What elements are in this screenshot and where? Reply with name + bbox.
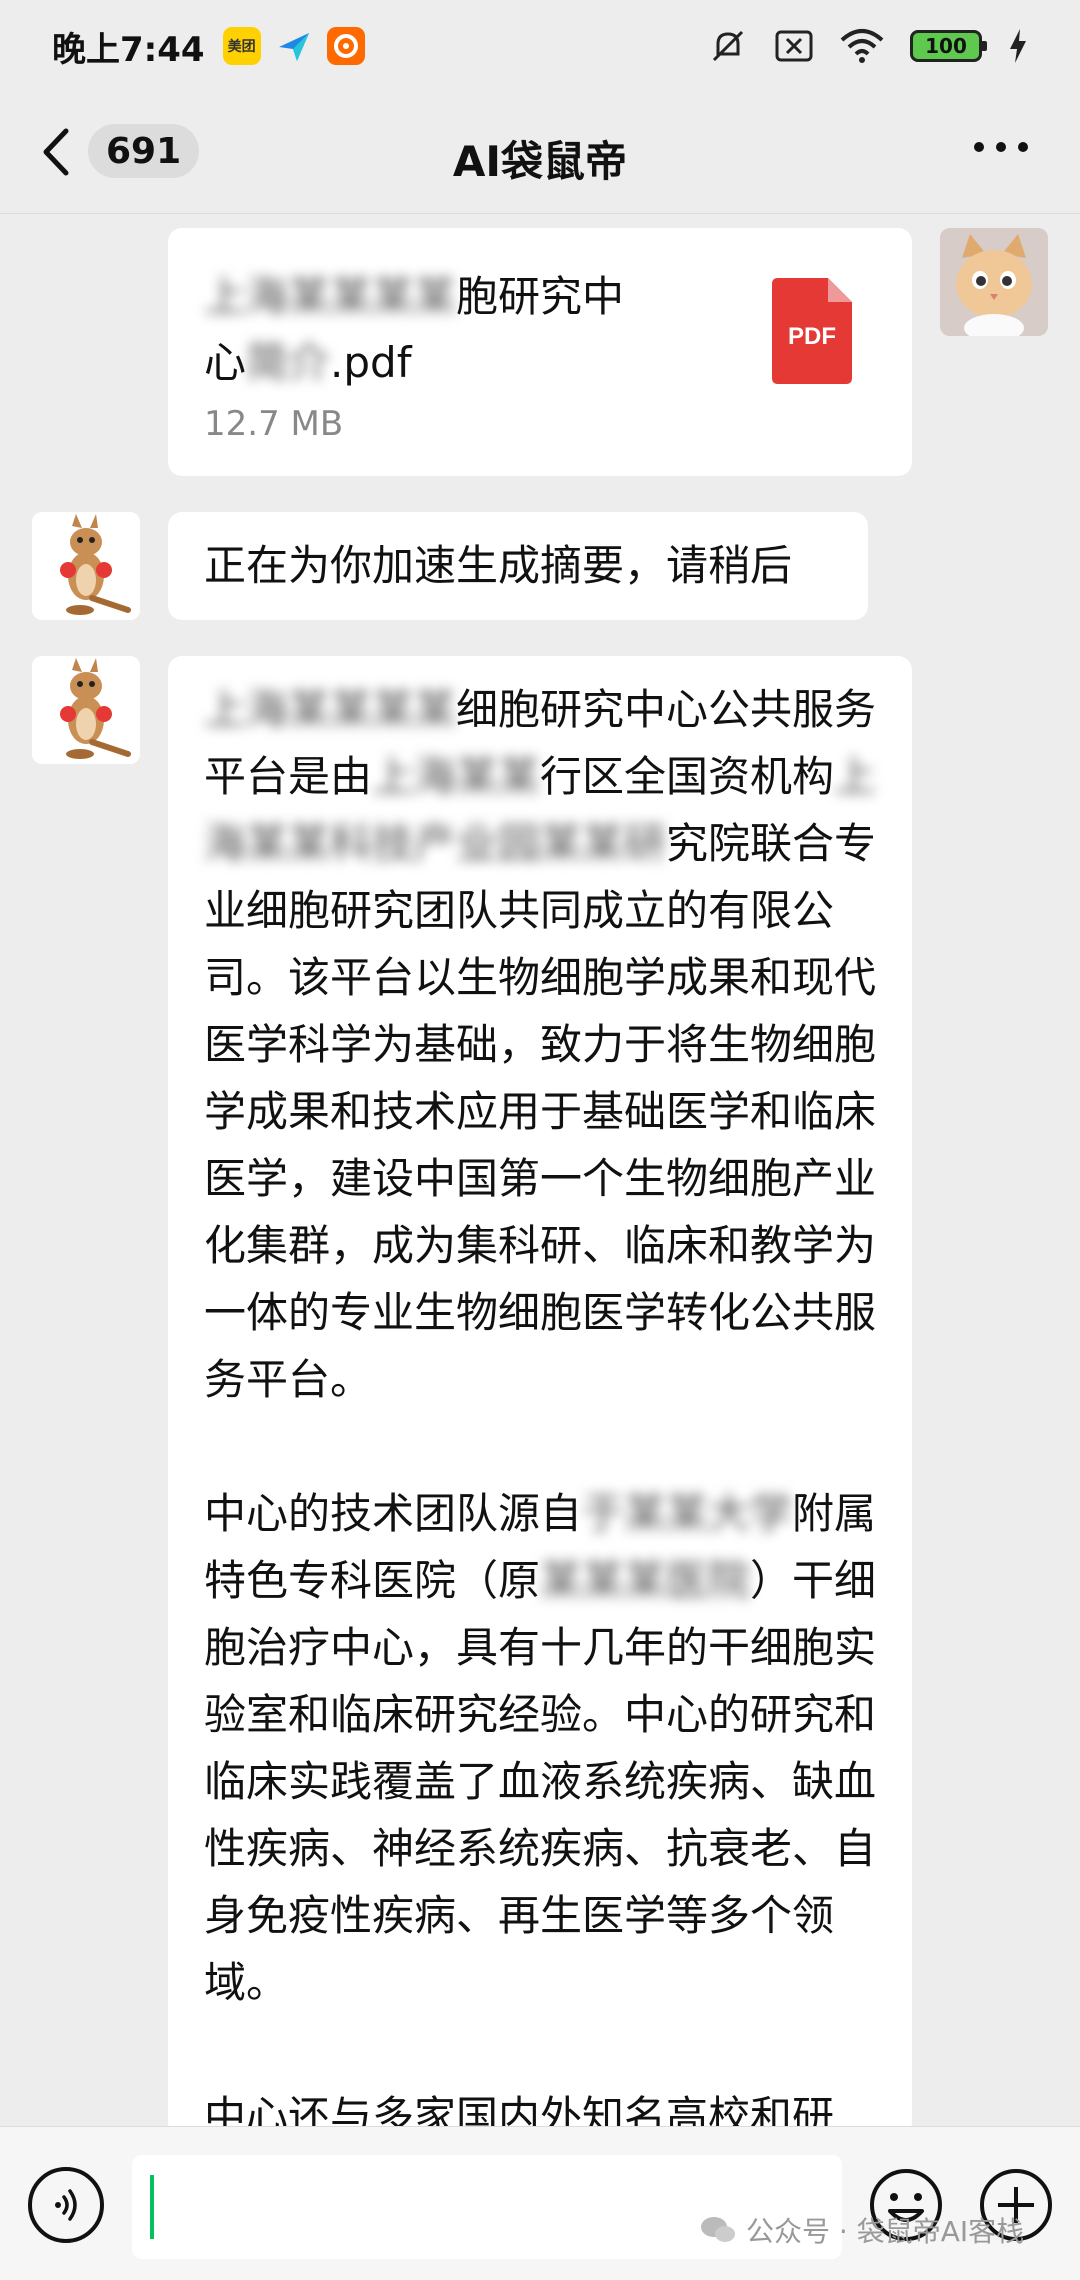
summary-segment: 究院联合专业细胞研究团队共同成立的有限公司。该平台以生物细胞学成果和现代医学科学… (204, 819, 877, 1404)
file-name-line1: 胞研究中 (456, 272, 625, 321)
pdf-label: PDF (788, 323, 836, 350)
taobao-app-icon (326, 27, 365, 65)
status-message[interactable]: 正在为你加速生成摘要，请稍后 (168, 512, 868, 620)
pdf-file-icon: PDF (772, 278, 852, 384)
redacted-text: 某某某医院 (540, 1556, 751, 1605)
summary-text: 上海某某某某细胞研究中心公共服务平台是由上海某某行区全国资机构上海某某科技产业园… (204, 676, 884, 2150)
wechat-official-account-icon (701, 2217, 735, 2242)
charging-icon (1010, 29, 1026, 63)
feishu-app-icon (275, 27, 313, 65)
redacted-text: 上海某某 (372, 752, 541, 801)
dot-icon (996, 142, 1006, 152)
summary-message[interactable]: 上海某某某某细胞研究中心公共服务平台是由上海某某行区全国资机构上海某某科技产业园… (168, 656, 912, 2141)
battery-level: 100 (925, 34, 967, 58)
voice-icon (55, 2189, 77, 2221)
status-message-text: 正在为你加速生成摘要，请稍后 (204, 541, 793, 590)
watermark-text: 公众号 · 袋鼠帝AI客栈 (746, 2215, 1025, 2248)
file-name: 上海某某某某胞研究中 心简介.pdf (204, 264, 724, 396)
status-bar: 晚上7:44 美团 100 (0, 0, 1080, 92)
cat-avatar-icon (940, 228, 1048, 336)
wifi-icon (840, 29, 884, 63)
redacted-text: 简介 (246, 338, 331, 387)
redacted-text: 上海某某某某 (204, 272, 457, 321)
my-avatar[interactable] (940, 228, 1048, 336)
kangaroo-avatar-icon (32, 512, 140, 620)
chat-title: AI袋鼠帝 (452, 137, 628, 186)
dot-icon (974, 142, 984, 152)
mute-icon (712, 30, 744, 62)
summary-segment: ）干细胞治疗中心，具有十几年的干细胞实验室和临床研究经验。中心的研究和临床实践覆… (204, 1556, 877, 2007)
file-message[interactable]: 上海某某某某胞研究中 心简介.pdf 12.7 MB PDF (168, 228, 912, 476)
voice-input-button[interactable] (28, 2167, 104, 2243)
more-options-button[interactable] (974, 142, 1028, 152)
watermark: 公众号 · 袋鼠帝AI客栈 (700, 2210, 1024, 2250)
redacted-text: 上海某某某某 (204, 685, 457, 734)
bot-avatar[interactable] (32, 656, 140, 764)
status-icons: 100 (708, 26, 1028, 66)
file-name-line2-prefix: 心 (204, 338, 247, 387)
redacted-text: 于某某大学 (582, 1489, 793, 1538)
summary-segment: 行区全国资机构 (540, 752, 835, 801)
input-bar (0, 2126, 1080, 2280)
text-cursor (150, 2175, 154, 2239)
kangaroo-avatar-icon (32, 656, 140, 764)
sim-off-icon (775, 30, 813, 62)
dot-icon (1018, 142, 1028, 152)
status-time: 晚上7:44 (52, 29, 205, 70)
summary-segment: 中心的技术团队源自 (204, 1489, 583, 1538)
file-name-ext: .pdf (330, 338, 412, 387)
chat-header: 691 AI袋鼠帝 (0, 92, 1080, 214)
meituan-app-icon: 美团 (222, 27, 261, 65)
bot-avatar[interactable] (32, 512, 140, 620)
file-size: 12.7 MB (204, 404, 344, 444)
battery-icon: 100 (910, 30, 987, 62)
